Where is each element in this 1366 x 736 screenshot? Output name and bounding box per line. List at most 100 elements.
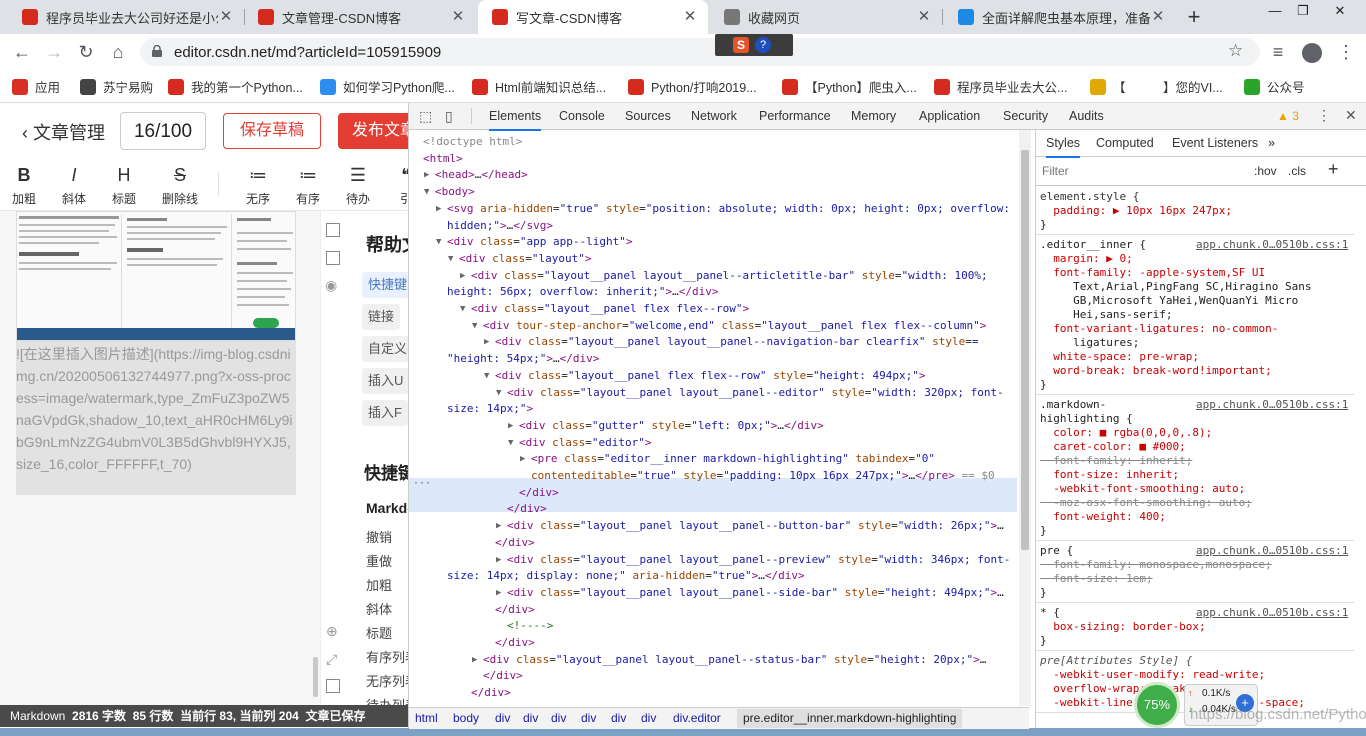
rule-source-link[interactable]: app.chunk.0…0510b.css:1 — [1196, 398, 1348, 412]
dom-line[interactable]: size: 14px; display: none;" aria-hidden=… — [447, 568, 805, 585]
title-counter[interactable]: 16/100 — [120, 112, 206, 150]
expanded-triangle-icon[interactable]: ▼ — [460, 301, 465, 318]
dom-line[interactable]: ▼ <div class="editor"> — [508, 435, 651, 452]
expanded-triangle-icon[interactable]: ▼ — [436, 234, 441, 251]
styles-tab-3[interactable]: » — [1268, 130, 1275, 156]
browser-menu-icon[interactable]: ⋮ — [1334, 40, 1358, 64]
bookmark-8[interactable]: 【 】您的VI... — [1090, 77, 1223, 96]
breadcrumb-5[interactable]: div — [581, 711, 596, 725]
css-declaration[interactable]: font-size: 1em; — [1040, 572, 1152, 586]
save-draft-button[interactable]: 保存草稿 — [223, 113, 321, 149]
reading-list-icon[interactable]: ≡ — [1266, 40, 1290, 64]
layout-icon[interactable] — [326, 223, 340, 237]
dom-line[interactable]: <html> — [423, 151, 463, 168]
bookmark-2[interactable]: 我的第一个Python... — [168, 77, 303, 96]
home-icon[interactable]: ⌂ — [106, 40, 130, 64]
toolbar-3[interactable]: S 删除线 — [160, 164, 200, 207]
css-declaration[interactable]: font-family: -apple-system,SF UI — [1040, 266, 1265, 280]
dom-line[interactable]: ▶ <div class="layout__panel layout__panel… — [472, 652, 986, 669]
devtools-tab-memory[interactable]: Memory — [851, 103, 896, 129]
dom-line[interactable]: ▶ <svg aria-hidden="true" style="position… — [436, 201, 1010, 218]
css-declaration[interactable]: margin: ▶ 0; — [1040, 252, 1132, 266]
device-toolbar-icon[interactable]: ▯ — [445, 108, 453, 125]
dom-line[interactable]: height: 56px; overflow: inherit;">…</div… — [447, 284, 719, 301]
css-declaration[interactable]: color: ■ rgba(0,0,0,.8); — [1040, 426, 1212, 440]
help-chip-2[interactable]: 自定义 — [362, 336, 408, 362]
collapsed-triangle-icon[interactable]: ▶ — [472, 652, 477, 669]
dom-line[interactable]: <!----> — [507, 618, 553, 635]
dom-line[interactable]: ▶ <div class="layout__panel layout__panel… — [460, 268, 988, 285]
breadcrumb-3[interactable]: div — [523, 711, 538, 725]
dom-line[interactable]: </div> — [519, 485, 559, 502]
dom-line[interactable]: contenteditable="true" style="padding: 1… — [531, 468, 995, 485]
dom-line[interactable]: ▶ <head>…</head> — [424, 167, 528, 184]
css-declaration[interactable]: box-sizing: border-box; — [1040, 620, 1205, 634]
expanded-triangle-icon[interactable]: ▼ — [424, 184, 429, 201]
css-declaration[interactable]: white-space: pre-wrap; — [1040, 350, 1199, 364]
tab-close-icon[interactable]: ✕ — [450, 9, 466, 25]
dom-line[interactable]: size: 14px;"> — [447, 401, 533, 418]
devtools-tab-sources[interactable]: Sources — [625, 103, 671, 129]
devtools-tab-audits[interactable]: Audits — [1069, 103, 1104, 129]
markdown-editor[interactable]: ![在这里插入图片描述](https://img-blog.csdnimg.cn… — [0, 211, 320, 705]
styles-filter-input[interactable] — [1040, 161, 1244, 181]
collapsed-triangle-icon[interactable]: ▶ — [508, 418, 513, 435]
address-bar[interactable]: editor.csdn.net/md?articleId=105915909 S… — [140, 34, 1260, 66]
help-chip-0[interactable]: 快捷键 — [362, 272, 408, 298]
css-declaration[interactable]: -webkit-font-smoothing: auto; — [1040, 482, 1245, 496]
dom-line[interactable]: </div> — [471, 685, 511, 702]
collapsed-triangle-icon[interactable]: ▶ — [484, 334, 489, 351]
dom-line[interactable]: ▶ <div class="layout__panel layout__panel… — [496, 585, 1004, 602]
dom-line[interactable]: ▶ <pre class="editor__inner markdown-high… — [520, 451, 935, 468]
collapsed-triangle-icon[interactable]: ▶ — [496, 518, 501, 535]
expanded-triangle-icon[interactable]: ▼ — [448, 251, 453, 268]
styles-tab-1[interactable]: Computed — [1096, 130, 1154, 156]
css-declaration[interactable]: font-family: inherit; — [1040, 454, 1192, 468]
expanded-triangle-icon[interactable]: ▼ — [496, 385, 501, 402]
dom-scrollbar[interactable] — [1019, 130, 1031, 706]
bookmark-9[interactable]: 公众号 — [1244, 77, 1305, 96]
close-devtools-icon[interactable]: ✕ — [1345, 107, 1357, 124]
rule-source-link[interactable]: app.chunk.0…0510b.css:1 — [1196, 238, 1348, 252]
dom-line[interactable]: ▼ <div class="layout"> — [448, 251, 591, 268]
css-declaration[interactable]: font-size: inherit; — [1040, 468, 1179, 482]
css-declaration[interactable]: word-break: break-word!important; — [1040, 364, 1272, 378]
dom-line[interactable]: ▼ <body> — [424, 184, 475, 201]
dom-line[interactable]: ▶ <div class="layout__panel layout__panel… — [496, 518, 1004, 535]
browser-tab-0[interactable]: 程序员毕业去大公司好还是小公司✕ — [8, 0, 244, 34]
image-markdown-text[interactable]: ![在这里插入图片描述](https://img-blog.csdnimg.cn… — [16, 343, 296, 475]
breadcrumb-7[interactable]: div — [641, 711, 656, 725]
collapsed-triangle-icon[interactable]: ▶ — [424, 167, 429, 184]
reload-icon[interactable]: ↻ — [74, 40, 98, 64]
devtools-menu-icon[interactable]: ⋮ — [1317, 107, 1331, 124]
collapsed-triangle-icon[interactable]: ▶ — [496, 585, 501, 602]
inspect-element-icon[interactable]: ⬚ — [419, 108, 432, 125]
dom-line[interactable]: ▼ <div class="app app--light"> — [436, 234, 632, 251]
dom-line[interactable]: ▼ <div class="layout__panel flex flex--ro… — [460, 301, 749, 318]
node-ellipsis-icon[interactable]: ··· — [413, 478, 431, 489]
ime-toolbar[interactable]: S ? — [715, 34, 793, 56]
publish-button[interactable]: 发布文章 — [338, 113, 418, 149]
help-chip-4[interactable]: 插入F — [362, 400, 408, 426]
dom-line[interactable]: ▼ <div class="layout__panel layout__panel… — [496, 385, 1004, 402]
breadcrumb-2[interactable]: div — [495, 711, 510, 725]
devtools-tab-security[interactable]: Security — [1003, 103, 1048, 129]
help-chip-3[interactable]: 插入U — [362, 368, 408, 394]
breadcrumb-4[interactable]: div — [551, 711, 566, 725]
breadcrumb-6[interactable]: div — [611, 711, 626, 725]
dom-line[interactable]: </div> — [495, 602, 535, 619]
new-tab-button[interactable]: + — [1180, 4, 1208, 32]
warnings-badge[interactable]: ▲ 3 — [1277, 109, 1299, 123]
toolbar-2[interactable]: H 标题 — [104, 164, 144, 207]
url-text[interactable]: editor.csdn.net/md?articleId=105915909 — [174, 44, 441, 61]
dom-line[interactable]: </div> — [495, 535, 535, 552]
css-declaration[interactable]: padding: ▶ 10px 16px 247px; — [1040, 204, 1232, 218]
back-to-article-manage[interactable]: ‹ 文章管理 — [22, 119, 105, 145]
css-declaration[interactable]: -moz-osx-font-smoothing: auto; — [1040, 496, 1252, 510]
expand-icon[interactable]: ⤢ — [326, 651, 337, 668]
tab-close-icon[interactable]: ✕ — [1150, 9, 1166, 25]
devtools-tab-performance[interactable]: Performance — [759, 103, 831, 129]
cls-toggle[interactable]: .cls — [1288, 164, 1306, 178]
devtools-tab-application[interactable]: Application — [919, 103, 980, 129]
bookmark-star-icon[interactable]: ☆ — [1228, 41, 1243, 61]
